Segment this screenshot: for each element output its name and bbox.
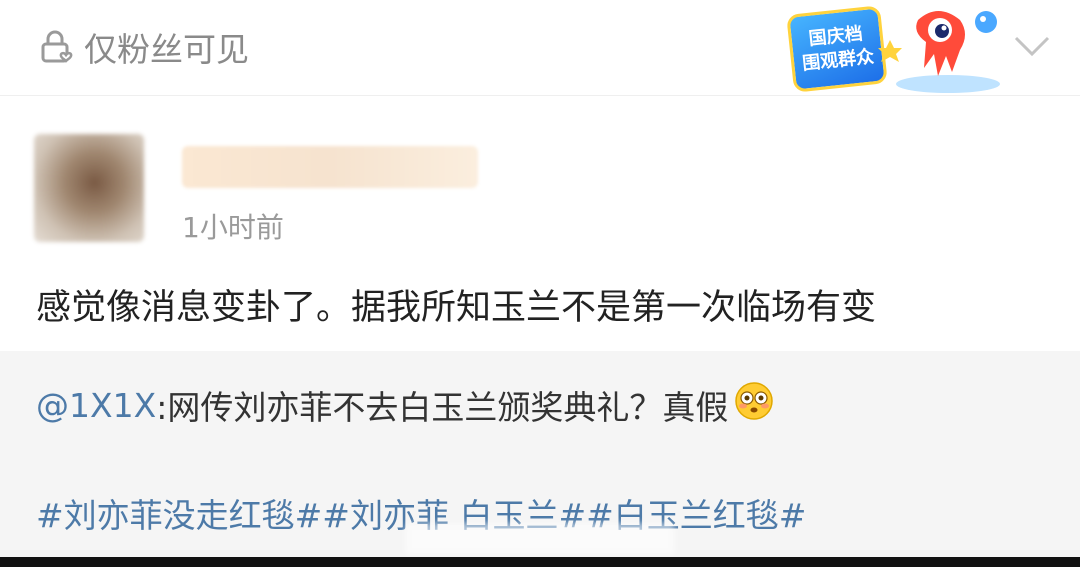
avatar[interactable] <box>34 134 144 242</box>
bottom-divider <box>0 557 1080 567</box>
post-text: 感觉像消息变卦了。据我所知玉兰不是第一次临场有变 <box>36 288 877 328</box>
promo-badge: 国庆档 围观群众 <box>786 5 888 93</box>
watermark-blur <box>405 523 675 555</box>
visibility-label: 仅粉丝可见 <box>84 30 249 69</box>
post-header-bar: 仅粉丝可见 国庆档 围观群众 <box>0 0 1080 96</box>
visibility-indicator: 仅粉丝可见 <box>36 22 249 72</box>
post-content: 1小时前 感觉像消息变卦了。据我所知玉兰不是第一次临场有变 <box>0 96 1080 351</box>
repost-text: :网传刘亦菲不去白玉兰颁奖典礼？真假 <box>156 388 729 427</box>
repost-line: @1X1X :网传刘亦菲不去白玉兰颁奖典礼？真假 <box>36 381 774 429</box>
post-timestamp: 1小时前 <box>182 211 284 244</box>
username-blurred[interactable] <box>182 146 478 188</box>
lock-icon <box>36 27 76 67</box>
chevron-down-icon[interactable] <box>1012 30 1052 66</box>
mention-link[interactable]: @1X1X <box>36 386 156 425</box>
holiday-promo-sticker[interactable]: 国庆档 围观群众 <box>782 0 1000 96</box>
flushed-face-emoji-icon <box>734 381 774 429</box>
mascot-icon <box>878 11 1000 93</box>
